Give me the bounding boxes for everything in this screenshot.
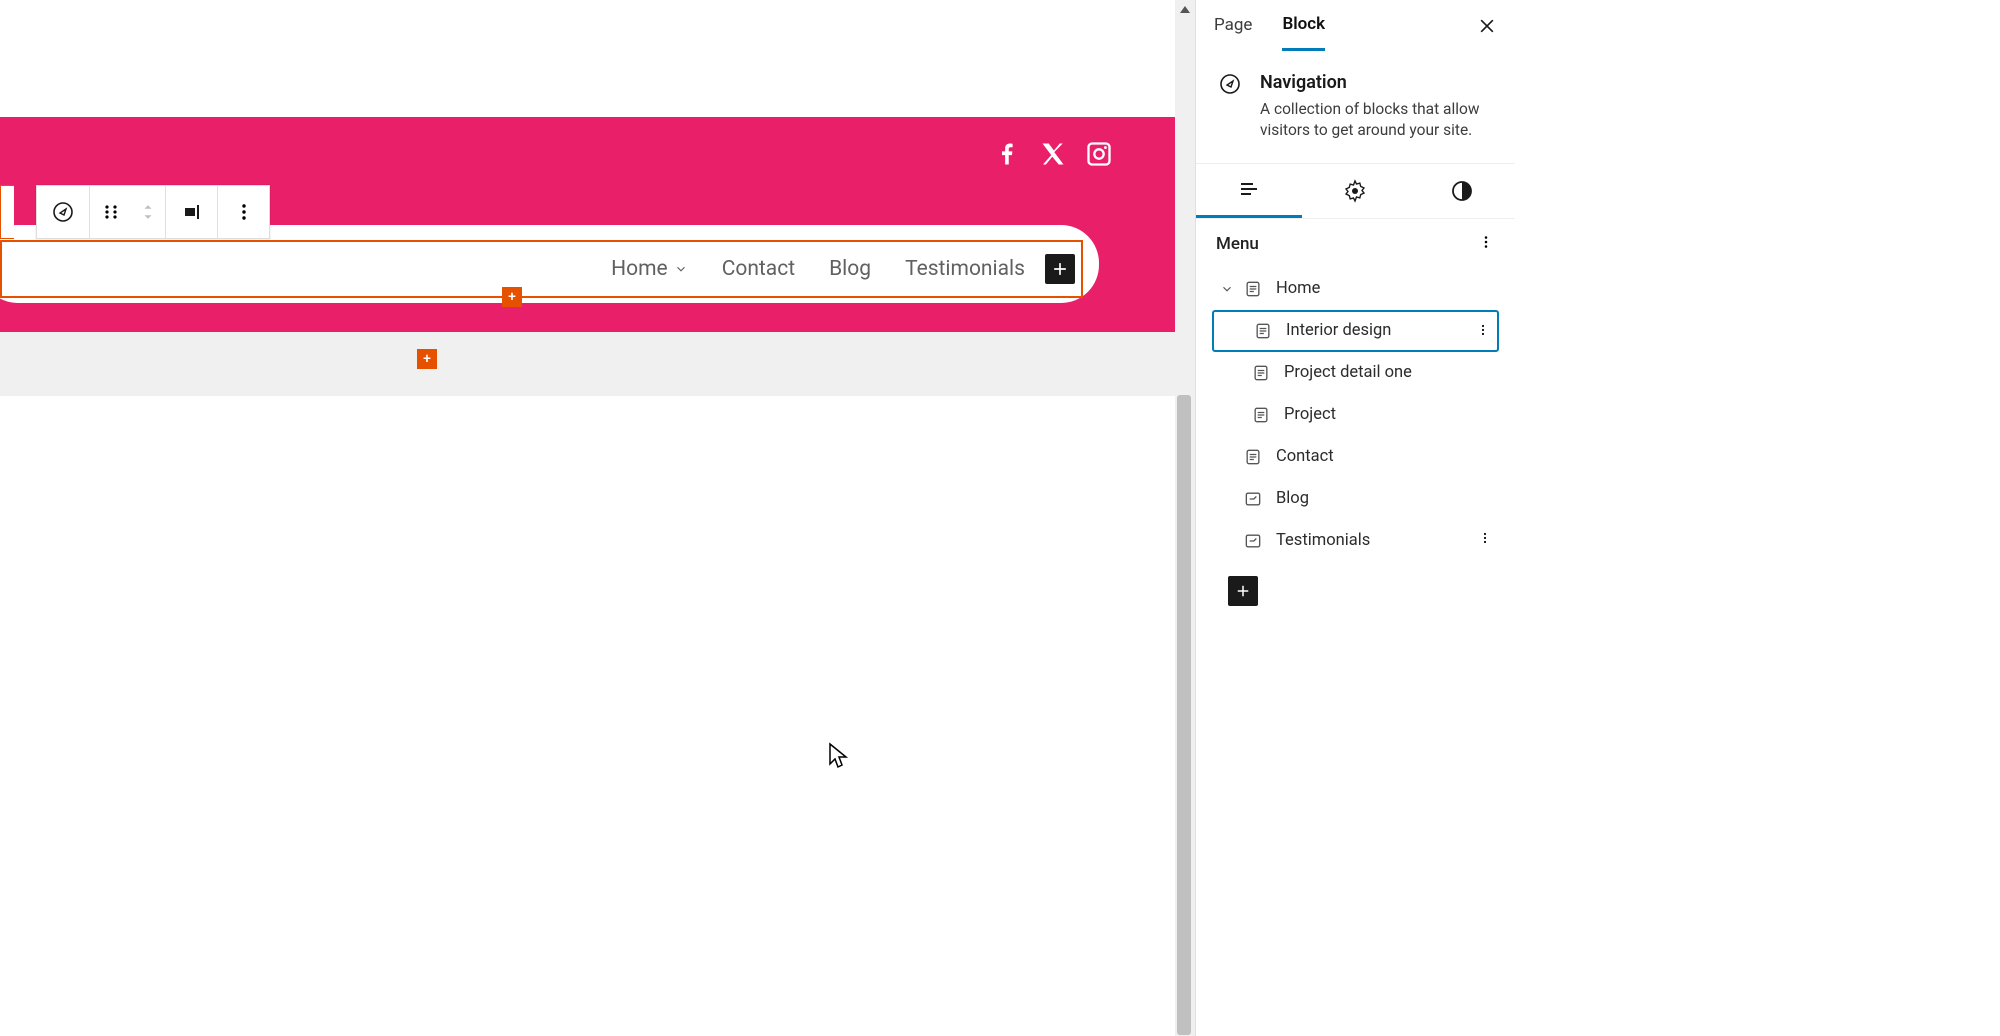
archive-icon	[1240, 489, 1266, 509]
social-links	[993, 140, 1113, 172]
tab-page[interactable]: Page	[1214, 1, 1252, 49]
navigation-icon	[1218, 72, 1242, 141]
close-sidebar-button[interactable]	[1473, 12, 1501, 40]
tab-block[interactable]: Block	[1282, 0, 1325, 51]
block-desc-text: A collection of blocks that allow visito…	[1260, 99, 1495, 141]
chevron-up-icon	[141, 202, 155, 212]
kebab-icon	[232, 200, 256, 224]
canvas-empty-region	[0, 396, 1175, 1036]
menu-item-project-detail-one[interactable]: Project detail one	[1212, 352, 1499, 394]
kebab-icon	[1475, 322, 1491, 338]
block-toolbar	[36, 185, 270, 239]
menu-item-testimonials[interactable]: Testimonials	[1212, 520, 1499, 562]
menu-panel-header: Menu	[1196, 219, 1515, 264]
plus-icon	[1234, 582, 1252, 600]
mouse-cursor	[828, 742, 852, 770]
menu-item-label: Home	[1276, 279, 1320, 298]
page-icon	[1248, 405, 1274, 425]
move-controls[interactable]	[131, 186, 165, 238]
chevron-down-icon	[674, 262, 688, 276]
menu-item-interior-design[interactable]: Interior design	[1212, 310, 1499, 352]
kebab-icon	[1477, 530, 1493, 546]
menu-item-label: Project detail one	[1284, 363, 1412, 382]
menu-item-contact[interactable]: Contact	[1212, 436, 1499, 478]
nav-link-label: Home	[611, 257, 668, 281]
block-title: Navigation	[1260, 72, 1495, 93]
page-icon	[1248, 363, 1274, 383]
navigation-block-selected[interactable]: Home Contact Blog Testimonials	[0, 240, 1083, 298]
archive-icon	[1240, 531, 1266, 551]
menu-item-label: Project	[1284, 405, 1336, 424]
page-icon	[1240, 279, 1266, 299]
styles-icon	[1450, 179, 1474, 203]
menu-item-options[interactable]	[1477, 530, 1493, 551]
nav-link-blog[interactable]: Blog	[829, 257, 871, 281]
navigation-icon	[51, 200, 75, 224]
menu-item-label: Contact	[1276, 447, 1334, 466]
nav-link-home[interactable]: Home	[611, 257, 688, 281]
page-icon	[1250, 321, 1276, 341]
menu-heading: Menu	[1216, 234, 1259, 254]
gear-icon	[1343, 179, 1367, 203]
scroll-up-button[interactable]	[1175, 0, 1195, 18]
menu-item-label: Blog	[1276, 489, 1309, 508]
menu-item-options[interactable]	[1475, 322, 1491, 343]
page-icon	[1240, 447, 1266, 467]
block-type-button[interactable]	[37, 186, 89, 238]
nav-items: Home Contact Blog Testimonials	[611, 257, 1025, 281]
nav-link-label: Contact	[722, 257, 795, 281]
block-description: Navigation A collection of blocks that a…	[1196, 50, 1515, 164]
block-sub-tabs	[1196, 164, 1515, 219]
x-twitter-icon[interactable]	[1039, 140, 1067, 172]
sub-tab-styles[interactable]	[1409, 164, 1515, 218]
close-icon	[1477, 16, 1497, 36]
sub-tab-list-view[interactable]	[1196, 164, 1302, 218]
instagram-icon[interactable]	[1085, 140, 1113, 172]
editor-canvas[interactable]: Home Contact Blog Testimonials + +	[0, 0, 1175, 1036]
menu-item-blog[interactable]: Blog	[1212, 478, 1499, 520]
block-inserter-handle[interactable]: +	[417, 349, 437, 369]
justify-right-icon	[180, 200, 204, 224]
drag-icon	[99, 200, 123, 224]
add-nav-item-button[interactable]	[1045, 254, 1075, 284]
menu-item-home[interactable]: Home	[1212, 268, 1499, 310]
add-menu-item-button[interactable]	[1228, 576, 1258, 606]
menu-item-project[interactable]: Project	[1212, 394, 1499, 436]
menu-item-label: Testimonials	[1276, 531, 1370, 550]
facebook-icon[interactable]	[993, 140, 1021, 172]
scroll-thumb[interactable]	[1177, 395, 1191, 1035]
block-inserter-handle[interactable]: +	[502, 287, 522, 307]
sidebar-tabs: Page Block	[1196, 0, 1515, 50]
nav-link-label: Blog	[829, 257, 871, 281]
menu-tree: Home Interior design Project detail one …	[1196, 264, 1515, 606]
vertical-scrollbar[interactable]	[1175, 0, 1195, 1036]
block-options-button[interactable]	[217, 186, 269, 238]
list-view-icon	[1237, 177, 1261, 201]
drag-handle[interactable]	[89, 186, 131, 238]
plus-icon	[1050, 259, 1070, 279]
justify-button[interactable]	[165, 186, 217, 238]
nav-link-testimonials[interactable]: Testimonials	[905, 257, 1025, 281]
menu-options-button[interactable]	[1477, 233, 1495, 256]
sub-tab-settings[interactable]	[1302, 164, 1408, 218]
block-settings-sidebar: Page Block Navigation A collection of bl…	[1195, 0, 1515, 1036]
chevron-down-icon	[141, 212, 155, 222]
nav-link-contact[interactable]: Contact	[722, 257, 795, 281]
menu-item-label: Interior design	[1286, 321, 1391, 340]
kebab-icon	[1477, 233, 1495, 251]
nav-link-label: Testimonials	[905, 257, 1025, 281]
chevron-down-icon[interactable]	[1218, 282, 1236, 296]
parent-block-button[interactable]	[0, 185, 14, 239]
